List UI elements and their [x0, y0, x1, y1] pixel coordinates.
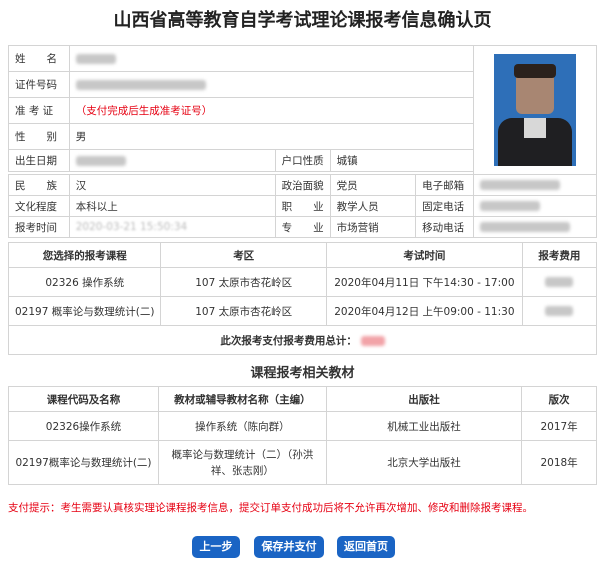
exam-course-table: 您选择的报考课程 考区 考试时间 报考费用 02326 操作系统 107 太原市… [7, 242, 598, 355]
book-press: 北京大学出版社 [325, 440, 523, 485]
birth-value [68, 149, 276, 172]
exam-total-label: 此次报考支付报考费用总计： [220, 334, 357, 347]
save-pay-button[interactable]: 保存并支付 [254, 536, 324, 558]
textbook-section-title: 课程报考相关教材 [250, 366, 355, 381]
book-name: 操作系统（陈向群） [157, 411, 327, 441]
ticket-label: 准 考 证 [8, 97, 70, 124]
exam-area: 107 太原市杏花岭区 [160, 296, 327, 326]
exam-header-time: 考试时间 [325, 242, 523, 268]
tel-label: 固定电话 [415, 195, 474, 217]
politics-label: 政治面貌 [274, 174, 331, 196]
book-press: 机械工业出版社 [325, 411, 523, 441]
major-label: 专 业 [274, 216, 331, 238]
exam-course: 02326 操作系统 [7, 267, 162, 297]
hukou-value: 城镇 [329, 149, 474, 172]
textbook-table: 课程代码及名称 教材或辅导教材名称（主编） 出版社 版次 02326操作系统 操… [8, 386, 597, 485]
book-edition: 2018年 [521, 440, 597, 485]
prev-button[interactable]: 上一步 [192, 536, 240, 558]
exam-fee [521, 267, 598, 297]
exam-area: 107 太原市杏花岭区 [160, 267, 327, 297]
exam-header-fee: 报考费用 [521, 242, 598, 268]
name-label: 姓 名 [8, 45, 70, 72]
exam-time: 2020年04月11日 下午14:30 - 17:00 [325, 267, 523, 297]
mobile-label: 移动电话 [415, 216, 474, 238]
payment-tip: 支付提示：考生需要认真核实理论课程报考信息，提交订单支付成功后将不允许再次增加、… [8, 502, 533, 514]
book-header-course: 课程代码及名称 [8, 386, 159, 412]
book-name: 概率论与数理统计（二）（孙洪祥、张志刚） [157, 440, 327, 485]
table-row: 02197 概率论与数理统计(二) 107 太原市杏花岭区 2020年04月12… [7, 296, 598, 326]
personal-info-table: 姓 名 证件号码 准 考 证 （支付完成后生成准考证号） 性 别 男 出生日期 … [8, 45, 598, 238]
edu-label: 文化程度 [8, 195, 70, 217]
ticket-value: （支付完成后生成准考证号） [68, 97, 474, 124]
id-value [68, 71, 474, 98]
regtime-label: 报考时间 [8, 216, 70, 238]
major-value: 市场营销 [329, 216, 417, 238]
exam-course: 02197 概率论与数理统计(二) [7, 296, 162, 326]
job-label: 职 业 [274, 195, 331, 217]
ethnic-label: 民 族 [8, 174, 70, 196]
exam-header-area: 考区 [160, 242, 327, 268]
regtime-value: 2020-03-21 15:50:34 [68, 216, 276, 238]
table-row: 02326操作系统 操作系统（陈向群） 机械工业出版社 2017年 [8, 411, 597, 441]
table-row: 02197概率论与数理统计(二) 概率论与数理统计（二）（孙洪祥、张志刚） 北京… [8, 440, 597, 485]
book-edition: 2017年 [521, 411, 597, 441]
home-button[interactable]: 返回首页 [337, 536, 395, 558]
table-row: 02326 操作系统 107 太原市杏花岭区 2020年04月11日 下午14:… [7, 267, 598, 297]
gender-label: 性 别 [8, 123, 70, 150]
exam-fee [521, 296, 598, 326]
name-value [68, 45, 474, 72]
book-course: 02326操作系统 [8, 411, 159, 441]
book-course: 02197概率论与数理统计(二) [8, 440, 159, 485]
page-title: 山西省高等教育自学考试理论课报考信息确认页 [113, 10, 492, 31]
exam-time: 2020年04月12日 上午09:00 - 11:30 [325, 296, 523, 326]
politics-value: 党员 [329, 174, 417, 196]
gender-value: 男 [68, 123, 474, 150]
edu-value: 本科以上 [68, 195, 276, 217]
mobile-value [472, 216, 598, 238]
exam-total-row: 此次报考支付报考费用总计： [8, 325, 597, 355]
book-header-edition: 版次 [521, 386, 597, 412]
tel-value [472, 195, 598, 217]
photo-cell [472, 45, 598, 175]
book-header-name: 教材或辅导教材名称（主编） [157, 386, 327, 412]
birth-label: 出生日期 [8, 149, 70, 172]
email-label: 电子邮箱 [415, 174, 474, 196]
id-label: 证件号码 [8, 71, 70, 98]
book-header-press: 出版社 [325, 386, 523, 412]
hukou-label: 户口性质 [274, 149, 331, 172]
email-value [472, 174, 598, 196]
exam-header-course: 您选择的报考课程 [7, 242, 162, 268]
job-value: 教学人员 [329, 195, 417, 217]
ethnic-value: 汉 [68, 174, 276, 196]
applicant-photo [493, 54, 576, 166]
